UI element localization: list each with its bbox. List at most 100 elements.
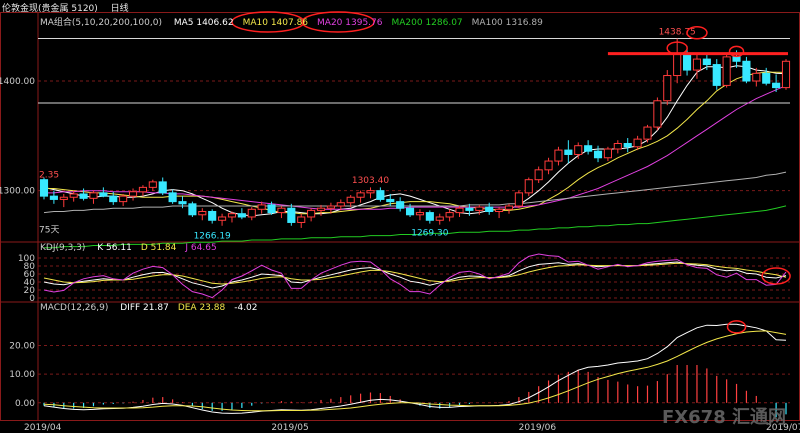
candle-body-16 xyxy=(198,210,207,216)
candle-body-7 xyxy=(109,195,118,203)
candle-body-8 xyxy=(119,195,128,203)
candle-body-14 xyxy=(178,201,187,205)
candle-body-38 xyxy=(415,212,425,216)
ma-indicator-label[interactable]: MA组合(5,10,20,200,100,0) xyxy=(40,18,162,28)
candle-body-50 xyxy=(534,169,543,181)
ma-value-0: MA5 1406.62 xyxy=(173,18,234,28)
candle-body-18 xyxy=(218,216,227,221)
candle-body-12 xyxy=(158,181,167,194)
watermark: FX678 汇通网 xyxy=(662,403,786,429)
kdj-indicator-label[interactable]: KDJ(9,3,3) xyxy=(40,243,85,253)
candle-body-26 xyxy=(297,216,306,223)
candle-body-34 xyxy=(376,190,385,200)
macd-value-2: -4.02 xyxy=(234,303,258,313)
candle-body-68 xyxy=(712,64,721,86)
title-bar: 伦敦金现(贵金属 5120) 日线 xyxy=(2,1,129,14)
candle-body-73 xyxy=(762,72,771,84)
candle-body-4 xyxy=(79,193,88,199)
candle-body-52 xyxy=(554,149,563,162)
x-label-0: 2019/04 xyxy=(24,423,62,433)
kdj-legend: KDJ(9,3,3) K 56.11 D 51.84 J 64.65 xyxy=(40,243,217,253)
price-annotation-1: 1303.40 xyxy=(352,176,389,186)
candle-body-43 xyxy=(465,207,474,211)
macd-markup-circle xyxy=(726,320,747,334)
macd-line-diff xyxy=(43,323,787,414)
price-annotation-5: 75天 xyxy=(39,225,59,235)
price-tick-1: 1400.00 xyxy=(0,77,35,87)
candle-body-33 xyxy=(366,190,375,194)
ma-value-4: MA100 1316.89 xyxy=(471,18,543,28)
candle-body-3 xyxy=(69,193,78,198)
candle-body-28 xyxy=(316,207,326,211)
candle-body-59 xyxy=(623,143,632,148)
candle-body-75 xyxy=(781,60,791,89)
candle-body-44 xyxy=(475,206,484,211)
candle-body-9 xyxy=(128,191,138,197)
price-annotation-4: 2.35 xyxy=(39,171,59,181)
candle-body-11 xyxy=(148,181,157,188)
period-label[interactable]: 日线 xyxy=(111,4,129,14)
candle-body-46 xyxy=(495,208,504,212)
ma-line-ma200 xyxy=(44,205,787,249)
price-annotation-3: 1269.30 xyxy=(411,228,448,238)
ma-value-2: MA20 1395.76 xyxy=(317,18,383,28)
candle-body-65 xyxy=(683,53,692,71)
candle-body-71 xyxy=(742,60,751,82)
candle-body-39 xyxy=(425,212,434,221)
candle-body-69 xyxy=(722,56,731,86)
candle-body-64 xyxy=(673,53,682,77)
candle-body-48 xyxy=(514,192,523,207)
x-label-1: 2019/05 xyxy=(271,423,308,433)
candle-body-25 xyxy=(287,207,296,223)
candle-body-19 xyxy=(227,213,237,218)
candle-body-54 xyxy=(574,145,583,155)
stock-chart: 1300.001400.000204060801000.0010.0020.00… xyxy=(0,11,800,433)
candle-body-37 xyxy=(405,207,415,216)
candle-body-58 xyxy=(613,143,622,150)
candle-body-40 xyxy=(435,216,444,221)
candle-body-15 xyxy=(188,203,197,216)
ma-legend: MA组合(5,10,20,200,100,0) MA5 1406.62 MA10 … xyxy=(40,15,543,28)
candle-body-27 xyxy=(307,209,316,218)
candle-body-42 xyxy=(455,207,464,214)
candle-body-49 xyxy=(524,179,533,194)
symbol-label[interactable]: 伦敦金现(贵金属 5120) xyxy=(2,4,98,14)
kdj-value-0: K 56.11 xyxy=(97,243,132,253)
candle-body-24 xyxy=(277,207,286,214)
candle-body-45 xyxy=(485,206,494,212)
watermark-text: FX678 汇通网 xyxy=(661,407,786,428)
candle-body-10 xyxy=(138,186,147,193)
candle-body-5 xyxy=(89,192,98,199)
macd-tick-0: 0.00 xyxy=(15,399,35,409)
chart-window: 1300.00 1400.00 0 20 40 60 80 100 0.00 10.00 20.00… xyxy=(0,0,800,433)
kdj-value-1: D 51.84 xyxy=(140,243,177,253)
macd-line-dea xyxy=(43,330,787,412)
candle-body-29 xyxy=(326,205,335,209)
candle-body-17 xyxy=(208,210,217,221)
price-annotation-2: 1266.19 xyxy=(194,232,231,242)
candle-body-23 xyxy=(267,204,276,214)
candle-body-47 xyxy=(504,205,514,210)
candle-body-57 xyxy=(603,148,612,159)
candle-body-61 xyxy=(643,126,652,140)
candle-body-22 xyxy=(257,204,266,210)
price-tick-0: 1300.00 xyxy=(0,187,35,197)
macd-value-1: DEA 23.88 xyxy=(177,303,226,313)
candle-body-55 xyxy=(584,145,593,152)
candle-body-1 xyxy=(49,195,58,200)
candle-body-30 xyxy=(336,202,345,207)
kdj-value-2: J 64.65 xyxy=(185,243,217,253)
x-label-2: 2019/06 xyxy=(519,423,557,433)
candle-body-20 xyxy=(237,213,246,218)
candle-body-53 xyxy=(564,149,573,155)
candle-body-32 xyxy=(356,192,365,198)
candle-body-72 xyxy=(752,72,761,82)
candle-body-0 xyxy=(39,179,49,197)
macd-indicator-label[interactable]: MACD(12,26,9) xyxy=(40,303,108,313)
macd-legend: MACD(12,26,9) DIFF 21.87 DEA 23.88 -4.02 xyxy=(40,303,258,313)
candle-body-2 xyxy=(59,196,68,200)
candle-body-6 xyxy=(99,192,108,197)
candle-body-70 xyxy=(732,56,741,62)
macd-tick-2: 20.00 xyxy=(9,342,35,352)
candle-body-41 xyxy=(445,212,454,218)
